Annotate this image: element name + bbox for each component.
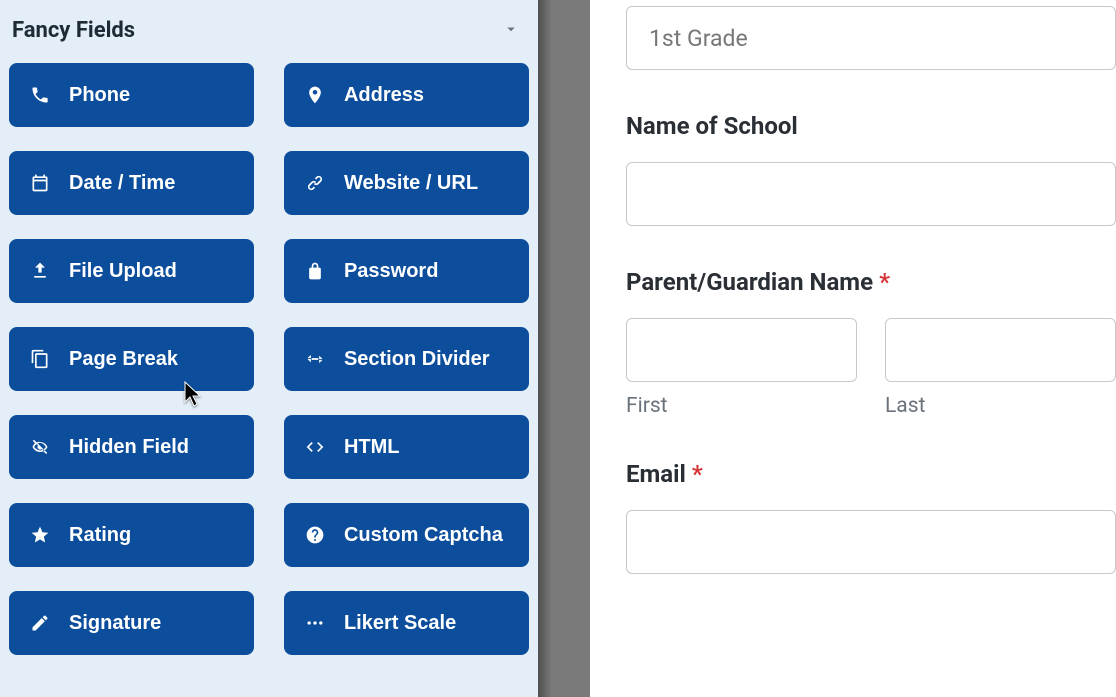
field-label: Custom Captcha (344, 524, 503, 547)
code-icon (304, 436, 326, 458)
form-preview: 1st Grade Name of School Parent/Guardian… (590, 0, 1116, 697)
help-icon (304, 524, 326, 546)
required-mark: * (879, 268, 890, 296)
section-title: Fancy Fields (12, 18, 135, 43)
dots-icon (304, 612, 326, 634)
upload-icon (29, 260, 51, 282)
calendar-icon (29, 172, 51, 194)
field-file-upload[interactable]: File Upload (9, 239, 254, 303)
field-rating[interactable]: Rating (9, 503, 254, 567)
field-label: Rating (69, 524, 131, 547)
field-label: Signature (69, 612, 161, 635)
last-sublabel: Last (885, 394, 1116, 418)
field-hidden-field[interactable]: Hidden Field (9, 415, 254, 479)
field-date-time[interactable]: Date / Time (9, 151, 254, 215)
field-label: Phone (69, 84, 130, 107)
fields-sidebar: Fancy Fields Phone Address Date / Time W… (0, 0, 538, 697)
link-icon (304, 172, 326, 194)
field-label: Date / Time (69, 172, 175, 195)
field-likert-scale[interactable]: Likert Scale (284, 591, 529, 655)
pencil-icon (29, 612, 51, 634)
arrows-h-icon (304, 348, 326, 370)
field-section-divider[interactable]: Section Divider (284, 327, 529, 391)
field-label: Address (344, 84, 424, 107)
field-website-url[interactable]: Website / URL (284, 151, 529, 215)
last-name-input[interactable] (885, 318, 1116, 382)
field-html[interactable]: HTML (284, 415, 529, 479)
field-label: Likert Scale (344, 612, 456, 635)
parent-name-label: Parent/Guardian Name* (626, 268, 1116, 296)
star-icon (29, 524, 51, 546)
eye-slash-icon (29, 436, 51, 458)
school-field: Name of School (626, 112, 1116, 226)
field-label: File Upload (69, 260, 177, 283)
field-phone[interactable]: Phone (9, 63, 254, 127)
parent-name-field: Parent/Guardian Name* First Last (626, 268, 1116, 418)
required-mark: * (692, 460, 703, 488)
fields-grid: Phone Address Date / Time Website / URL … (8, 63, 530, 655)
first-sublabel: First (626, 394, 857, 418)
field-label: Hidden Field (69, 436, 189, 459)
field-custom-captcha[interactable]: Custom Captcha (284, 503, 529, 567)
copy-icon (29, 348, 51, 370)
grade-dropdown[interactable]: 1st Grade (626, 6, 1116, 70)
chevron-down-icon (502, 19, 520, 43)
field-password[interactable]: Password (284, 239, 529, 303)
lock-icon (304, 260, 326, 282)
panel-divider (538, 0, 590, 697)
field-address[interactable]: Address (284, 63, 529, 127)
fancy-fields-header[interactable]: Fancy Fields (8, 12, 530, 63)
email-label: Email* (626, 460, 1116, 488)
field-label: Password (344, 260, 438, 283)
school-input[interactable] (626, 162, 1116, 226)
email-field: Email* (626, 460, 1116, 574)
field-page-break[interactable]: Page Break (9, 327, 254, 391)
field-label: HTML (344, 436, 400, 459)
field-label: Section Divider (344, 348, 490, 371)
email-input[interactable] (626, 510, 1116, 574)
first-name-input[interactable] (626, 318, 857, 382)
field-label: Page Break (69, 348, 178, 371)
field-label: Website / URL (344, 172, 478, 195)
school-label: Name of School (626, 112, 1116, 140)
map-pin-icon (304, 84, 326, 106)
grade-selected-value: 1st Grade (649, 25, 748, 52)
phone-icon (29, 84, 51, 106)
field-signature[interactable]: Signature (9, 591, 254, 655)
